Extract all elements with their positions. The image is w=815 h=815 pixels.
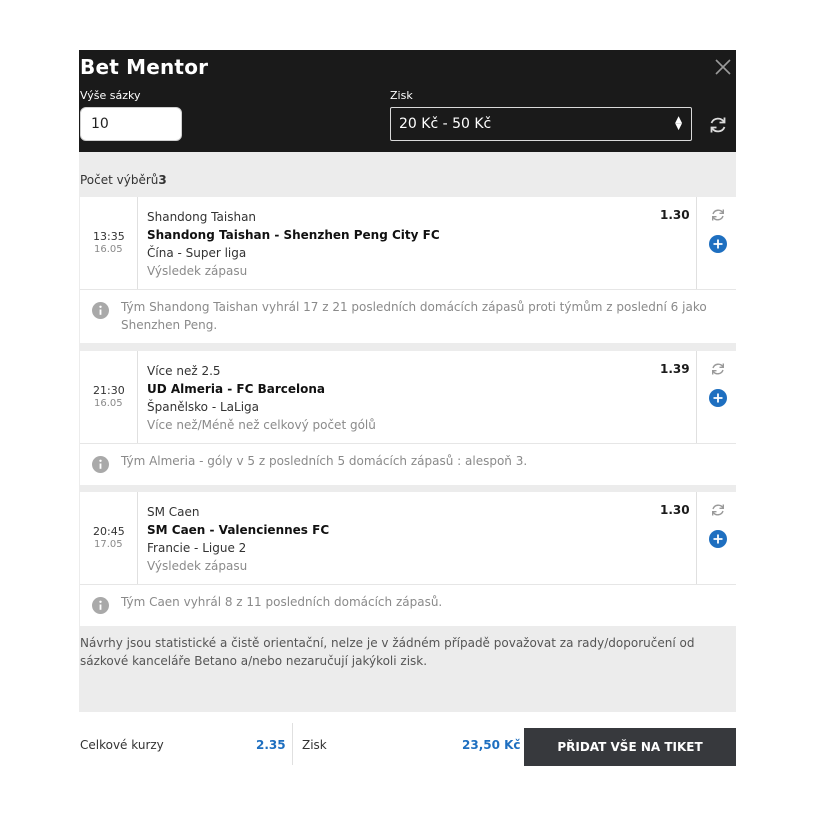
bet-actions <box>696 351 737 443</box>
bet-league: Francie - Ligue 2 <box>147 541 247 555</box>
stake-input[interactable]: 10 <box>80 107 182 141</box>
swap-refresh-icon[interactable] <box>710 207 726 223</box>
bet-league: Španělsko - LaLiga <box>147 400 260 414</box>
bet-event: SM Caen - Valenciennes FC <box>147 523 330 537</box>
refresh-icon[interactable] <box>707 114 729 136</box>
bet-market: Více než/Méně než celkový počet gólů <box>147 418 376 432</box>
bet-time: 21:30 16.05 <box>80 351 138 443</box>
bet-tip: Tým Caen vyhrál 8 z 11 posledních domácí… <box>80 584 736 626</box>
bet-tip: Tým Shandong Taishan vyhrál 17 z 21 posl… <box>80 289 736 343</box>
bet-odds: 1.39 <box>660 362 690 376</box>
stake-label: Výše sázky <box>80 89 141 102</box>
add-bet-icon[interactable] <box>709 235 727 253</box>
bet-odds: 1.30 <box>660 208 690 222</box>
bet-info: Více než 2.5 UD Almeria - FC Barcelona Š… <box>147 362 687 434</box>
bet-tip-text: Tým Shandong Taishan vyhrál 17 z 21 posl… <box>121 300 707 332</box>
modal-title: Bet Mentor <box>80 55 209 79</box>
total-odds-label: Celkové kurzy <box>80 738 164 752</box>
selection-count-label: Počet výběrů <box>80 173 159 187</box>
bet-market: Výsledek zápasu <box>147 264 248 278</box>
footer-profit-label: Zisk <box>302 738 327 752</box>
bet-tip: Tým Almeria - góly v 5 z posledních 5 do… <box>80 443 736 485</box>
add-bet-icon[interactable] <box>709 389 727 407</box>
bet-card: 20:45 17.05 SM Caen SM Caen - Valencienn… <box>80 492 736 584</box>
bet-card: 21:30 16.05 Více než 2.5 UD Almeria - FC… <box>80 351 736 443</box>
add-bet-icon[interactable] <box>709 530 727 548</box>
bet-time-value: 21:30 <box>93 384 125 397</box>
bet-card: 13:35 16.05 Shandong Taishan Shandong Ta… <box>80 197 736 289</box>
disclaimer-text: Návrhy jsou statistické a čistě orientač… <box>80 636 695 668</box>
info-icon <box>92 302 109 319</box>
bet-time-value: 13:35 <box>93 230 125 243</box>
info-icon <box>92 456 109 473</box>
bet-date-value: 16.05 <box>94 244 123 255</box>
bet-event: UD Almeria - FC Barcelona <box>147 382 325 396</box>
bet-tip-text: Tým Almeria - góly v 5 z posledních 5 do… <box>121 454 528 468</box>
select-arrows-icon: ▲ ▼ <box>675 115 682 132</box>
bet-odds: 1.30 <box>660 503 690 517</box>
selection-count: Počet výběrů3 <box>80 173 167 187</box>
close-icon[interactable] <box>713 57 733 77</box>
modal-header: Bet Mentor Výše sázky 10 Zisk 20 Kč - 50… <box>79 50 736 152</box>
profit-label: Zisk <box>390 89 413 102</box>
bet-time: 20:45 17.05 <box>80 492 138 584</box>
info-icon <box>92 597 109 614</box>
total-odds-value: 2.35 <box>256 738 286 752</box>
bet-actions <box>696 492 737 584</box>
profit-range-value: 20 Kč - 50 Kč <box>399 116 492 132</box>
bet-actions <box>696 197 737 289</box>
bet-time-value: 20:45 <box>93 525 125 538</box>
swap-refresh-icon[interactable] <box>710 502 726 518</box>
bet-tip-text: Tým Caen vyhrál 8 z 11 posledních domácí… <box>121 595 443 609</box>
bet-selection: Více než 2.5 <box>147 364 221 378</box>
swap-refresh-icon[interactable] <box>710 361 726 377</box>
bet-time: 13:35 16.05 <box>80 197 138 289</box>
selection-count-value: 3 <box>158 173 167 187</box>
bet-footer: Celkové kurzy 2.35 Zisk 23,50 Kč PŘIDAT … <box>79 712 736 766</box>
bet-mentor-modal: Bet Mentor Výše sázky 10 Zisk 20 Kč - 50… <box>79 50 736 766</box>
footer-divider <box>292 723 293 765</box>
footer-profit-value: 23,50 Kč <box>462 738 521 752</box>
profit-range-select[interactable]: 20 Kč - 50 Kč ▲ ▼ <box>390 107 692 141</box>
bet-date-value: 17.05 <box>94 539 123 550</box>
bet-selection: Shandong Taishan <box>147 210 257 224</box>
bet-date-value: 16.05 <box>94 398 123 409</box>
bet-market: Výsledek zápasu <box>147 559 248 573</box>
bet-event: Shandong Taishan - Shenzhen Peng City FC <box>147 228 440 242</box>
bet-league: Čína - Super liga <box>147 246 247 260</box>
bet-selection: SM Caen <box>147 505 200 519</box>
add-all-to-ticket-button[interactable]: PŘIDAT VŠE NA TIKET <box>524 728 736 766</box>
bet-info: SM Caen SM Caen - Valenciennes FC Franci… <box>147 503 687 575</box>
bet-info: Shandong Taishan Shandong Taishan - Shen… <box>147 208 687 280</box>
